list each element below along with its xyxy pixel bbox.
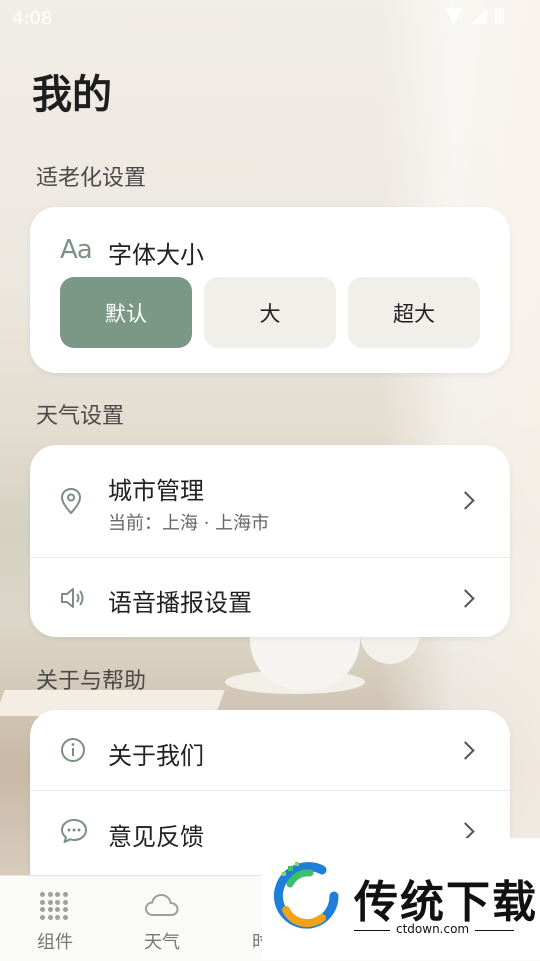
page-title: 我的 xyxy=(32,72,112,118)
watermark-url: ctdown.com xyxy=(390,922,476,936)
tab-widgets[interactable]: 组件 xyxy=(0,876,110,961)
chat-bubble-icon xyxy=(60,818,88,848)
feedback-title: 意见反馈 xyxy=(108,823,204,851)
status-bar: 4:08 xyxy=(0,0,540,36)
section-title-about: 关于与帮助 xyxy=(36,669,147,694)
watermark-text: 传统下载 xyxy=(354,877,538,928)
font-aa-icon: Aa xyxy=(60,235,93,265)
voice-broadcast-row[interactable]: 语音播报设置 xyxy=(30,558,510,637)
section-title-weather: 天气设置 xyxy=(36,404,125,429)
status-icons xyxy=(445,8,504,24)
font-option-large[interactable]: 大 xyxy=(204,277,336,348)
font-size-label: 字体大小 xyxy=(108,241,204,269)
signal-icon xyxy=(471,8,487,24)
watermark-logo xyxy=(273,862,339,929)
section-title-elder: 适老化设置 xyxy=(36,166,147,191)
grid-icon xyxy=(40,892,68,920)
battery-icon xyxy=(495,8,504,24)
tab-label: 天气 xyxy=(144,932,180,953)
city-management-title: 城市管理 xyxy=(108,477,204,505)
font-option-default[interactable]: 默认 xyxy=(60,277,192,348)
city-management-row[interactable]: 城市管理 当前：上海 · 上海市 xyxy=(30,445,510,557)
chevron-right-icon xyxy=(456,491,475,510)
watermark-overlay: 传统下载 ctdown.com xyxy=(262,838,540,960)
wifi-icon xyxy=(445,8,463,24)
tab-label: 组件 xyxy=(37,932,73,953)
weather-settings-card: 城市管理 当前：上海 · 上海市 语音播报设置 xyxy=(30,445,510,637)
cloud-icon xyxy=(144,893,179,916)
voice-broadcast-title: 语音播报设置 xyxy=(108,589,252,617)
font-option-extra-large[interactable]: 超大 xyxy=(348,277,480,348)
about-us-title: 关于我们 xyxy=(108,742,204,770)
font-size-card: Aa 字体大小 默认 大 超大 xyxy=(30,207,510,373)
speaker-icon xyxy=(60,586,88,614)
status-time: 4:08 xyxy=(12,8,53,29)
current-city-text: 当前：上海 · 上海市 xyxy=(108,513,270,534)
tab-weather[interactable]: 天气 xyxy=(107,876,217,961)
chevron-right-icon xyxy=(456,741,475,760)
info-icon xyxy=(60,737,86,767)
location-pin-icon xyxy=(60,487,82,519)
chevron-right-icon xyxy=(456,589,475,608)
about-us-row[interactable]: 关于我们 xyxy=(30,710,510,790)
